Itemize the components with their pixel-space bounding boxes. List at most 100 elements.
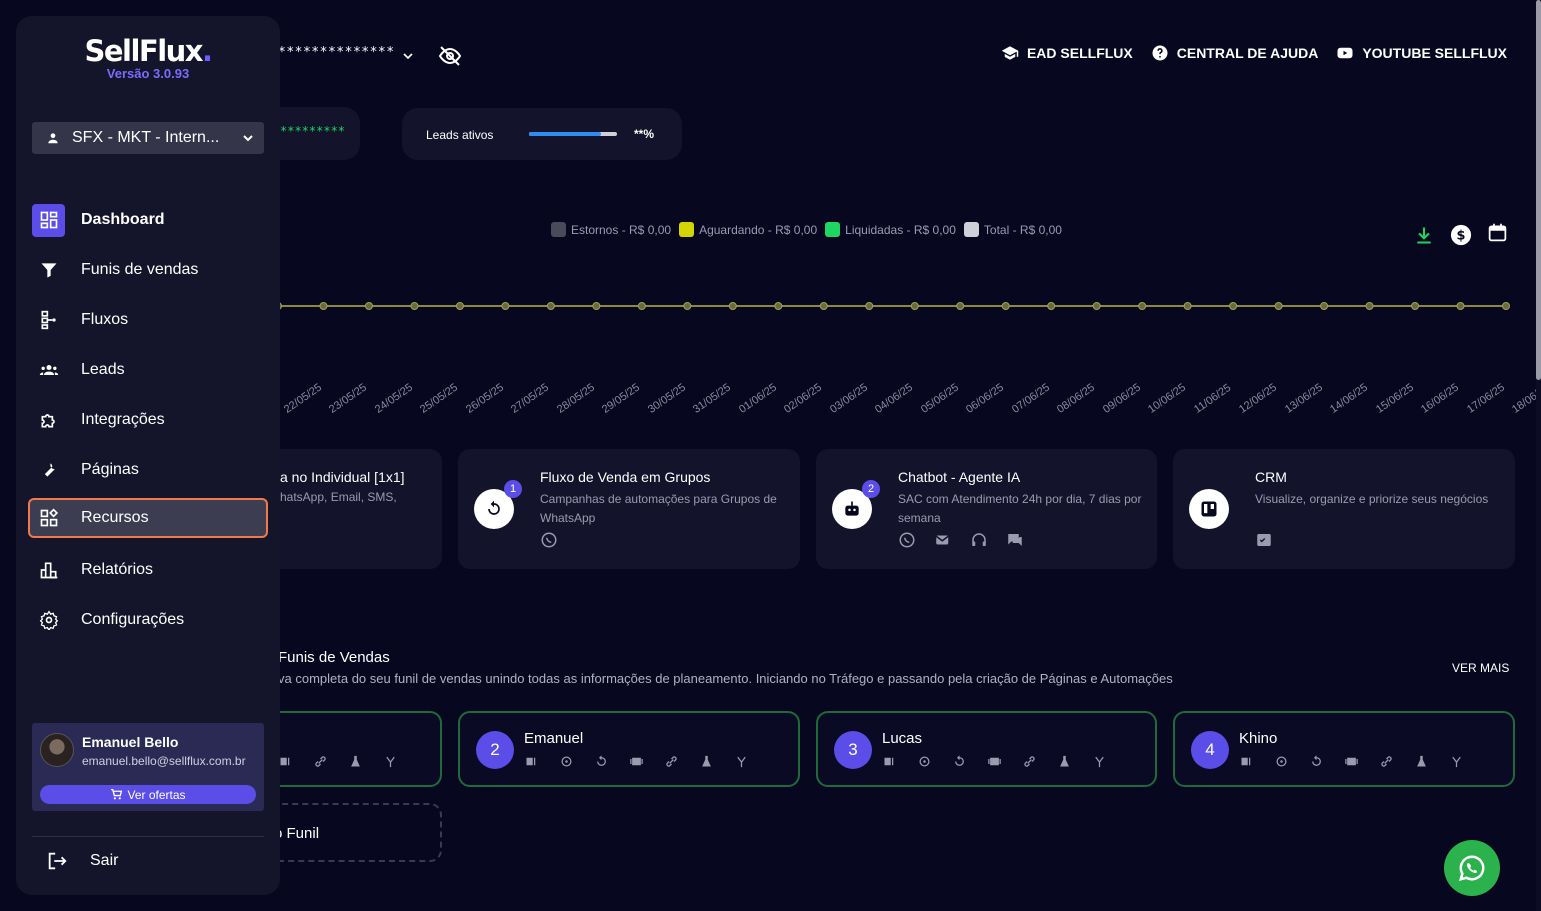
page-settings-icon <box>919 756 930 767</box>
funnel-name: Lucas <box>882 730 923 747</box>
download-icon[interactable] <box>1414 225 1434 245</box>
funnel-card-khino[interactable]: 4 Khino <box>1173 711 1515 787</box>
chevron-down-icon[interactable] <box>400 48 416 64</box>
user-icon <box>48 133 58 144</box>
sellflux-logo: SellFlux. <box>16 34 280 68</box>
legend-label: Aguardando - R$ 0,00 <box>699 222 818 237</box>
legend-total[interactable]: Total - R$ 0,00 <box>963 222 1062 237</box>
chart-point <box>1320 302 1329 310</box>
user-card: Emanuel Bello emanuel.bello@sellflux.com… <box>32 723 264 811</box>
traffic-icon <box>884 757 894 766</box>
sidebar-item-label: Fluxos <box>81 311 129 328</box>
funnel-card-lucas[interactable]: 3 Lucas <box>816 711 1157 787</box>
funnel-card-partial[interactable] <box>260 711 442 787</box>
sidebar-item-integrations[interactable]: Integrações <box>32 402 264 438</box>
youtube-sellflux-link[interactable]: YOUTUBE SELLFLUX <box>1336 44 1507 62</box>
offers-button[interactable]: Ver ofertas <box>40 785 256 804</box>
video-icon <box>988 757 1001 766</box>
sidebar-item-label: Integrações <box>81 411 165 428</box>
feature-card-group-flow[interactable]: 1 Fluxo de Venda em Grupos Campanhas de … <box>458 449 800 569</box>
funnel-name: Khino <box>1239 730 1278 747</box>
funnel-step-icons <box>278 754 398 769</box>
feature-card-chatbot[interactable]: 2 Chatbot - Agente IA SAC com Atendiment… <box>816 449 1157 569</box>
feature-card-crm[interactable]: CRM Visualize, organize e priorize seus … <box>1173 449 1515 569</box>
whatsapp-fab[interactable] <box>1444 840 1500 896</box>
x-tick-label: 12/06/25 <box>1237 381 1280 416</box>
fork-icon <box>386 756 395 768</box>
logout-button[interactable]: Sair <box>46 850 118 872</box>
sidebar-item-pages[interactable]: Páginas <box>32 452 264 488</box>
flask-icon <box>351 755 360 767</box>
fork-icon <box>1095 756 1104 768</box>
new-funnel-button[interactable]: o Funil <box>260 803 442 862</box>
chart-point <box>319 302 328 310</box>
sidebar-item-flows[interactable]: Fluxos <box>32 302 264 338</box>
legend-aguardando[interactable]: Aguardando - R$ 0,00 <box>679 222 817 237</box>
video-icon <box>630 757 643 766</box>
feature-channels <box>540 531 558 549</box>
x-tick-label: 22/05/25 <box>282 381 324 416</box>
traffic-icon <box>526 757 536 766</box>
chart-point <box>1001 302 1010 310</box>
funnels-section-title: Funis de Vendas <box>278 649 390 666</box>
chart-point <box>1183 302 1192 310</box>
sidebar-item-label: Recursos <box>81 509 149 526</box>
x-tick-label: 17/06/25 <box>1464 381 1507 416</box>
top-links: EAD SELLFLUX CENTRAL DE AJUDA YOUTUBE SE… <box>1001 44 1507 62</box>
leads-value: **% <box>634 127 655 141</box>
sidebar: SellFlux. Versão 3.0.93 SFX - MKT - Inte… <box>16 16 280 895</box>
chart-point <box>956 302 965 310</box>
youtube-sellflux-label: YOUTUBE SELLFLUX <box>1362 45 1507 61</box>
chart-point <box>774 302 783 310</box>
chart-point <box>1502 302 1510 310</box>
logout-icon <box>48 852 67 870</box>
x-tick-label: 28/05/25 <box>554 381 597 416</box>
chart-point <box>1092 302 1101 310</box>
chart-point <box>410 302 419 310</box>
people-icon <box>32 354 65 387</box>
feature-badge: 2 <box>862 480 880 498</box>
chart-point <box>819 302 828 310</box>
page-settings-icon <box>1276 756 1287 767</box>
bar-chart-icon <box>32 554 65 587</box>
help-center-link[interactable]: CENTRAL DE AJUDA <box>1151 44 1319 62</box>
leads-progress-fill <box>529 132 602 136</box>
sidebar-item-funnels[interactable]: Funis de vendas <box>32 252 264 288</box>
feature-title: Fluxo de Venda em Grupos <box>540 469 711 485</box>
account-name: SFX - MKT - Intern... <box>72 129 220 146</box>
account-selector[interactable]: SFX - MKT - Intern... <box>32 122 264 154</box>
fork-icon <box>1452 756 1461 768</box>
sidebar-item-dashboard[interactable]: Dashboard <box>32 202 264 238</box>
flask-icon <box>1060 755 1069 767</box>
sync-icon <box>955 755 964 766</box>
chart-point <box>728 302 737 310</box>
scrollbar-thumb[interactable] <box>1536 0 1541 380</box>
legend-label: Total - R$ 0,00 <box>983 222 1062 237</box>
sidebar-item-reports[interactable]: Relatórios <box>32 552 264 588</box>
x-tick-label: 26/05/25 <box>463 381 506 416</box>
sidebar-item-settings[interactable]: Configurações <box>32 602 264 638</box>
chart-legend: Estornos - R$ 0,00 Aguardando - R$ 0,00 … <box>551 222 1062 237</box>
calendar-icon[interactable] <box>1487 222 1508 243</box>
funnel-card-emanuel[interactable]: 2 Emanuel <box>458 711 800 787</box>
help-center-label: CENTRAL DE AJUDA <box>1176 45 1319 61</box>
legend-swatch <box>825 222 841 237</box>
x-tick-label: 13/06/25 <box>1282 381 1325 416</box>
legend-swatch <box>963 222 979 237</box>
legend-liquidadas[interactable]: Liquidadas - R$ 0,00 <box>825 222 956 237</box>
sidebar-item-leads[interactable]: Leads <box>32 352 264 388</box>
see-more-link[interactable]: VER MAIS <box>1452 661 1509 675</box>
feature-card-individual[interactable]: a no Individual [1x1] hatsApp, Email, SM… <box>260 449 442 569</box>
legend-estornos[interactable]: Estornos - R$ 0,00 <box>551 222 671 237</box>
sidebar-item-resources[interactable]: Recursos <box>28 498 268 538</box>
funnel-step-icons <box>524 754 749 769</box>
ead-sellflux-link[interactable]: EAD SELLFLUX <box>1001 44 1133 62</box>
legend-swatch <box>551 222 566 237</box>
avatar[interactable] <box>40 733 74 767</box>
eye-off-icon[interactable] <box>438 44 462 68</box>
sidebar-item-label: Configurações <box>81 611 185 628</box>
dollar-icon[interactable]: $ <box>1450 224 1472 246</box>
widgets-icon <box>32 502 65 535</box>
funnel-step-icons <box>1239 754 1464 769</box>
puzzle-icon <box>32 404 65 437</box>
